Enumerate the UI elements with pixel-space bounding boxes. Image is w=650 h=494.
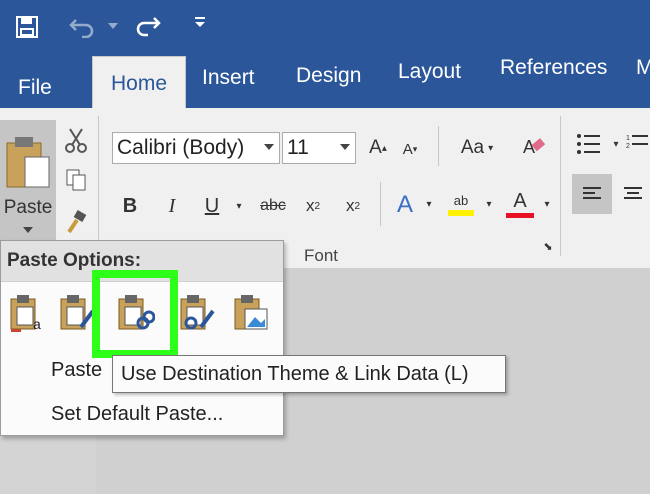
superscript-button[interactable]: x2 [338, 190, 368, 222]
italic-button[interactable]: I [158, 190, 186, 222]
svg-text:1: 1 [626, 135, 630, 142]
redo-icon[interactable] [130, 10, 164, 42]
save-icon[interactable] [12, 12, 42, 42]
underline-button[interactable]: U [198, 190, 226, 222]
paste-label: Paste [3, 197, 53, 218]
paste-special-item[interactable]: Paste [51, 359, 102, 382]
tooltip: Use Destination Theme & Link Data (L) [112, 355, 506, 393]
title-bar [0, 0, 650, 52]
tab-file[interactable]: File [18, 66, 52, 110]
tab-design[interactable]: Design [296, 54, 361, 98]
selection-highlight [92, 270, 178, 358]
tab-layout[interactable]: Layout [398, 50, 461, 94]
customize-qat-icon[interactable] [190, 10, 210, 34]
font-color-dropdown-icon[interactable]: ▾ [540, 196, 554, 212]
cut-icon[interactable] [62, 124, 90, 156]
grow-font-icon[interactable]: A ▴ [364, 132, 392, 164]
tab-mailings[interactable]: M [636, 46, 650, 90]
shrink-font-icon[interactable]: A ▾ [396, 134, 424, 164]
undo-icon[interactable] [66, 10, 100, 42]
set-default-paste-item[interactable]: Set Default Paste... [51, 403, 223, 426]
highlight-dropdown-icon[interactable]: ▾ [482, 196, 496, 212]
bold-button[interactable]: B [116, 190, 144, 222]
font-dialog-launcher-icon[interactable]: ⬊ [540, 238, 556, 254]
align-left-button[interactable] [572, 174, 612, 214]
group-separator [98, 116, 99, 256]
tab-references[interactable]: References [500, 46, 607, 90]
bullets-icon[interactable] [572, 128, 606, 160]
font-name-combobox[interactable]: Calibri (Body) [112, 132, 280, 164]
text-effects-icon[interactable]: A [390, 188, 420, 222]
paste-button[interactable]: Paste [0, 120, 56, 248]
text-effects-dropdown-icon[interactable]: ▾ [422, 196, 436, 212]
paste-dropdown-icon [23, 227, 33, 233]
highlight-color-icon[interactable]: ab [444, 184, 478, 224]
keep-source-formatting-link-data-icon[interactable] [177, 293, 217, 333]
keep-source-formatting-icon[interactable]: a [7, 293, 47, 333]
copy-icon[interactable] [62, 164, 90, 196]
font-name-value: Calibri (Body) [117, 136, 245, 159]
tab-home[interactable]: Home [92, 56, 186, 111]
clipboard-icon [5, 135, 51, 191]
use-destination-styles-icon[interactable] [57, 293, 97, 333]
undo-dropdown-icon[interactable] [106, 16, 120, 36]
bullets-dropdown-icon[interactable]: ▾ [610, 136, 622, 152]
strikethrough-button[interactable]: abc [256, 190, 290, 222]
font-size-value: 11 [287, 136, 309, 159]
tab-insert[interactable]: Insert [202, 56, 255, 100]
chevron-down-icon [340, 144, 350, 150]
underline-dropdown-icon[interactable]: ▾ [232, 198, 246, 214]
change-case-icon[interactable]: Aa ▾ [452, 132, 502, 164]
format-painter-icon[interactable] [62, 206, 90, 238]
font-group-label: Font [304, 246, 339, 265]
chevron-down-icon [264, 144, 274, 150]
font-size-combobox[interactable]: 11 [282, 132, 356, 164]
svg-text:2: 2 [626, 143, 630, 150]
subscript-button[interactable]: x2 [298, 190, 328, 222]
separator [380, 182, 381, 226]
group-separator [560, 116, 561, 256]
font-color-icon[interactable]: A [502, 184, 538, 224]
clear-formatting-icon[interactable]: A [518, 130, 550, 162]
align-center-button[interactable] [616, 174, 650, 214]
separator [438, 126, 439, 166]
picture-icon[interactable] [231, 293, 271, 333]
svg-text:a: a [33, 316, 41, 332]
numbering-icon[interactable]: 12 [624, 128, 650, 160]
